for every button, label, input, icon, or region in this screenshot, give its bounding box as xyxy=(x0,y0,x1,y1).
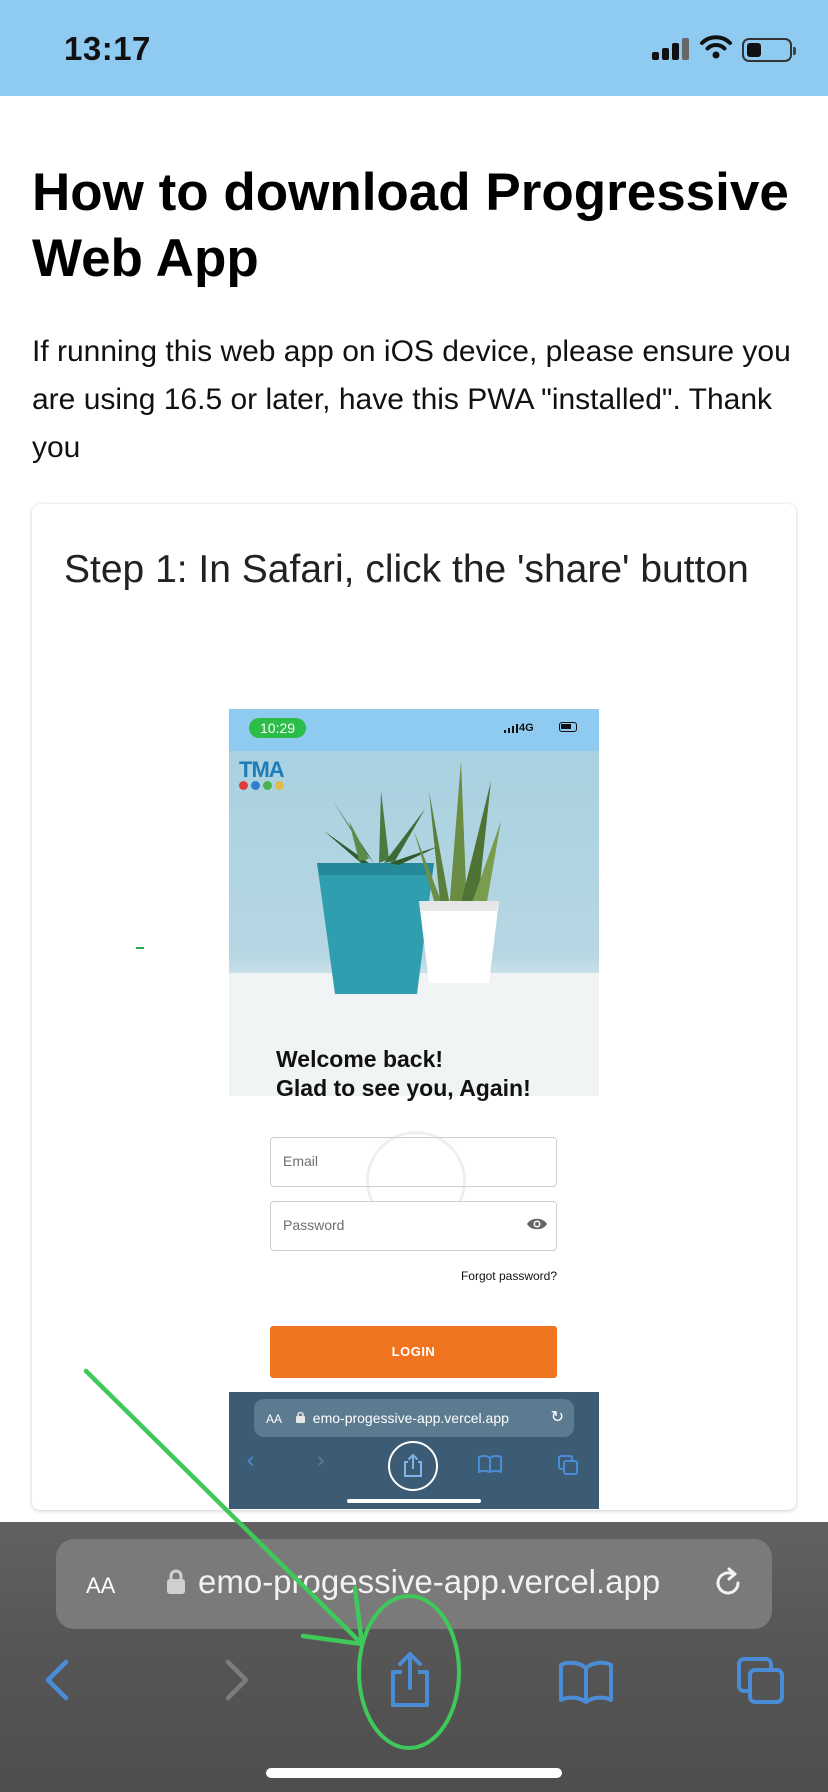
screenshot-reload-icon: ↻ xyxy=(550,1409,564,1426)
welcome-heading: Welcome back! Glad to see you, Again! xyxy=(276,1045,576,1103)
screenshot-network: 4G xyxy=(519,722,534,734)
reader-settings-button[interactable]: AA xyxy=(86,1567,115,1601)
password-placeholder: Password xyxy=(283,1217,345,1233)
welcome-line-2: Glad to see you, Again! xyxy=(276,1075,531,1101)
screenshot-password-field: Password xyxy=(270,1201,557,1251)
bookmarks-icon[interactable] xyxy=(558,1660,614,1704)
safari-toolbar: AA emo-progessive-app.vercel.app xyxy=(0,1522,828,1792)
forgot-password-link: Forgot password? xyxy=(460,1269,557,1283)
step-card: Step 1: In Safari, click the 'share' but… xyxy=(32,504,796,1510)
screenshot-bookmarks-icon xyxy=(478,1455,502,1473)
welcome-line-1: Welcome back! xyxy=(276,1046,444,1072)
status-time: 13:17 xyxy=(64,30,151,67)
screenshot-signal-icon xyxy=(504,724,518,733)
eye-icon xyxy=(527,1218,547,1230)
home-indicator xyxy=(266,1768,562,1778)
reload-icon[interactable] xyxy=(710,1565,746,1601)
screenshot-time: 10:29 xyxy=(249,718,307,738)
battery-icon xyxy=(742,38,796,62)
status-bar: 13:17 xyxy=(0,0,828,96)
tma-logo-text: TMA xyxy=(239,757,285,782)
tabs-icon[interactable] xyxy=(736,1656,786,1706)
aa-label: AA xyxy=(86,1573,116,1598)
email-placeholder: Email xyxy=(283,1153,319,1169)
screenshot-login-button: LOGIN xyxy=(270,1326,557,1378)
screenshot-url-bar: AA emo-progessive-app.vercel.app ↻ xyxy=(254,1399,574,1437)
tutorial-screenshot: 10:29 4G TMA Welcome back! Glad to see y… xyxy=(229,709,599,1509)
forward-icon[interactable] xyxy=(222,1658,252,1702)
screenshot-share-button xyxy=(388,1441,438,1491)
lock-icon xyxy=(167,1569,185,1594)
page-title: How to download Progressive Web App xyxy=(32,163,789,288)
screenshot-share-icon xyxy=(404,1453,422,1477)
address-bar[interactable]: AA emo-progessive-app.vercel.app xyxy=(56,1539,772,1629)
screenshot-home-indicator xyxy=(347,1499,481,1503)
cellular-signal-icon xyxy=(652,38,690,60)
page-intro: If running this web app on iOS device, p… xyxy=(32,335,791,464)
screenshot-aa: AA xyxy=(266,1412,283,1426)
screenshot-status-bar: 10:29 4G xyxy=(229,709,599,751)
stray-mark xyxy=(136,947,144,949)
share-icon[interactable] xyxy=(385,1650,435,1708)
screenshot-url-text: emo-progessive-app.vercel.app xyxy=(312,1410,509,1426)
screenshot-tabs-icon xyxy=(558,1455,578,1475)
screenshot-lock-icon xyxy=(295,1411,305,1423)
screenshot-battery-icon xyxy=(559,722,577,732)
wifi-icon xyxy=(700,35,732,59)
screenshot-back-icon: ‹ xyxy=(247,1447,255,1472)
screenshot-forward-icon: › xyxy=(317,1447,325,1472)
tma-logo: TMA xyxy=(239,757,285,790)
screenshot-safari-toolbar: AA emo-progessive-app.vercel.app ↻ ‹ › xyxy=(229,1392,599,1509)
step-title: Step 1: In Safari, click the 'share' but… xyxy=(64,548,749,591)
url-text: emo-progessive-app.vercel.app xyxy=(198,1563,661,1600)
back-icon[interactable] xyxy=(42,1658,72,1702)
